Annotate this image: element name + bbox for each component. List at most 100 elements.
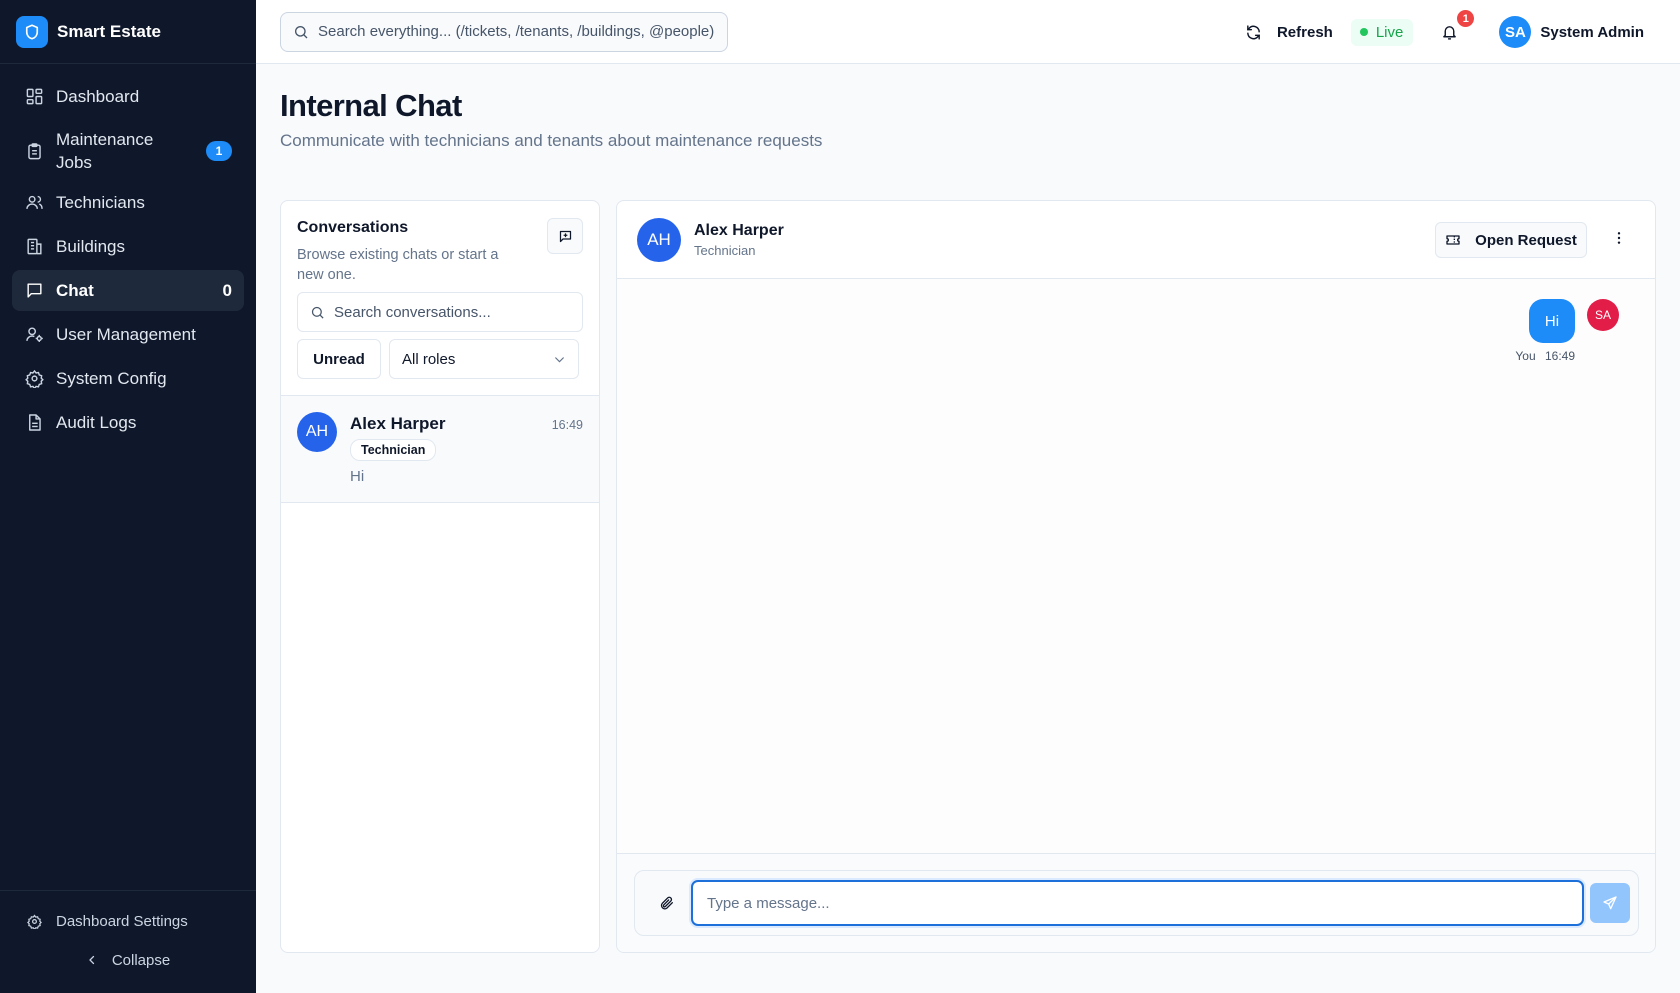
message-plus-icon xyxy=(558,229,573,244)
conversation-name: Alex Harper xyxy=(350,414,446,433)
notifications-count-badge: 1 xyxy=(1457,10,1475,27)
chat-contact: Alex Harper Technician xyxy=(694,222,784,258)
sidebar-item-label: User Management xyxy=(56,325,196,344)
collapse-label: Collapse xyxy=(111,951,171,969)
chat-panel: AH Alex Harper Technician Open Request H… xyxy=(616,200,1656,953)
new-conversation-button[interactable] xyxy=(547,218,583,254)
chat-unread-count: 0 xyxy=(222,280,232,300)
sidebar-item-label: Audit Logs xyxy=(56,413,137,432)
live-label: Live xyxy=(1375,23,1404,41)
conversations-description: Browse existing chats or start a new one… xyxy=(297,247,499,283)
sidebar-item-label: System Config xyxy=(56,369,167,388)
composer-area xyxy=(617,853,1655,952)
sidebar-item-label: Dashboard xyxy=(56,87,140,106)
refresh-icon xyxy=(1245,24,1262,41)
composer xyxy=(634,870,1639,936)
sidebar-item-label: Technicians xyxy=(56,193,145,212)
avatar: SA xyxy=(1499,16,1532,48)
clipboard-icon xyxy=(24,141,44,161)
building-icon xyxy=(24,237,44,257)
notifications-button[interactable]: 1 xyxy=(1437,10,1475,44)
conversation-time: 16:49 xyxy=(551,418,583,432)
conversation-filters: Unread All roles xyxy=(297,339,583,379)
jobs-count-badge: 1 xyxy=(206,141,232,161)
search-icon xyxy=(293,24,309,40)
conversation-list-item[interactable]: AH Alex Harper Technician Hi 16:49 xyxy=(281,396,599,503)
sidebar-item-label: Maintenance Jobs xyxy=(56,130,154,172)
user-menu[interactable]: SA System Admin xyxy=(1499,16,1644,48)
attach-button[interactable] xyxy=(659,895,675,911)
message-icon xyxy=(24,281,44,301)
gear-icon xyxy=(24,914,44,929)
sidebar-nav: Dashboard Maintenance Jobs 1 Technicians… xyxy=(0,64,256,458)
message-time: 16:49 xyxy=(1544,349,1575,363)
conversation-details: Alex Harper Technician Hi xyxy=(350,412,445,486)
message-input[interactable] xyxy=(691,880,1584,926)
role-badge: Technician xyxy=(350,439,437,461)
message-outgoing: Hi You 16:49 xyxy=(1515,299,1575,363)
users-icon xyxy=(24,193,44,213)
dashboard-settings-button[interactable]: Dashboard Settings xyxy=(12,901,244,941)
shield-icon xyxy=(16,15,48,48)
open-request-button[interactable]: Open Request xyxy=(1435,222,1587,258)
avatar: AH xyxy=(637,217,681,262)
sidebar-item-dashboard[interactable]: Dashboard xyxy=(12,76,244,117)
chevron-down-icon xyxy=(553,353,566,366)
dashboard-icon xyxy=(24,87,44,107)
avatar: AH xyxy=(297,412,337,452)
collapse-button[interactable]: Collapse xyxy=(12,941,244,979)
conversations-title: Conversations xyxy=(297,219,409,236)
refresh-label: Refresh xyxy=(1276,23,1333,41)
message-list: Hi You 16:49 SA xyxy=(617,279,1655,853)
conversation-search-input[interactable] xyxy=(334,303,570,321)
conversations-header: Conversations Browse existing chats or s… xyxy=(281,201,599,396)
sidebar-item-buildings[interactable]: Buildings xyxy=(12,226,244,267)
page-title: Internal Chat xyxy=(280,88,462,123)
global-search[interactable] xyxy=(280,11,728,52)
conversation-last-message: Hi xyxy=(350,468,365,485)
send-button[interactable] xyxy=(1590,883,1630,923)
brand-name: Smart Estate xyxy=(57,21,161,41)
more-vertical-icon xyxy=(1611,230,1627,246)
sidebar: Smart Estate Dashboard Maintenance Jobs … xyxy=(0,0,256,993)
sidebar-footer: Dashboard Settings Collapse xyxy=(0,890,256,993)
global-search-input[interactable] xyxy=(318,23,715,40)
search-icon xyxy=(310,305,325,320)
file-text-icon xyxy=(24,413,44,433)
gear-icon xyxy=(24,369,44,389)
refresh-button[interactable]: Refresh xyxy=(1245,24,1333,41)
sidebar-item-system-config[interactable]: System Config xyxy=(12,358,244,399)
conversations-panel: Conversations Browse existing chats or s… xyxy=(280,200,600,953)
sidebar-item-label: Chat xyxy=(56,281,94,300)
chat-contact-role: Technician xyxy=(694,242,756,258)
role-filter-select[interactable]: All roles xyxy=(389,339,579,379)
brand[interactable]: Smart Estate xyxy=(0,0,256,64)
message-bubble: Hi xyxy=(1529,299,1575,343)
live-status-badge: Live xyxy=(1350,18,1414,46)
ticket-icon xyxy=(1445,232,1461,248)
role-filter-value: All roles xyxy=(402,350,456,368)
paperclip-icon xyxy=(659,895,675,911)
unread-filter-button[interactable]: Unread xyxy=(297,339,381,379)
chat-header: AH Alex Harper Technician Open Request xyxy=(617,201,1655,279)
sidebar-item-chat[interactable]: Chat 0 xyxy=(12,270,244,311)
sidebar-item-technicians[interactable]: Technicians xyxy=(12,182,244,223)
user-name: System Admin xyxy=(1540,23,1644,41)
chat-contact-name: Alex Harper xyxy=(694,221,784,239)
sidebar-item-audit-logs[interactable]: Audit Logs xyxy=(12,402,244,443)
user-cog-icon xyxy=(24,325,44,345)
dashboard-settings-label: Dashboard Settings xyxy=(56,912,188,930)
open-request-label: Open Request xyxy=(1475,231,1577,249)
more-options-button[interactable] xyxy=(1611,230,1627,246)
message-meta: You 16:49 xyxy=(1515,349,1575,363)
sidebar-item-maintenance-jobs[interactable]: Maintenance Jobs 1 xyxy=(12,120,244,182)
avatar: SA xyxy=(1587,299,1619,331)
page-subtitle: Communicate with technicians and tenants… xyxy=(280,131,823,150)
message-sender: You xyxy=(1515,349,1536,363)
chevron-left-icon xyxy=(86,954,98,966)
topbar-actions: Refresh Live 1 SA System Admin xyxy=(1245,0,1644,64)
conversation-search[interactable] xyxy=(297,292,583,332)
live-dot-icon xyxy=(1359,28,1368,36)
sidebar-item-label: Buildings xyxy=(56,237,125,256)
sidebar-item-user-management[interactable]: User Management xyxy=(12,314,244,355)
